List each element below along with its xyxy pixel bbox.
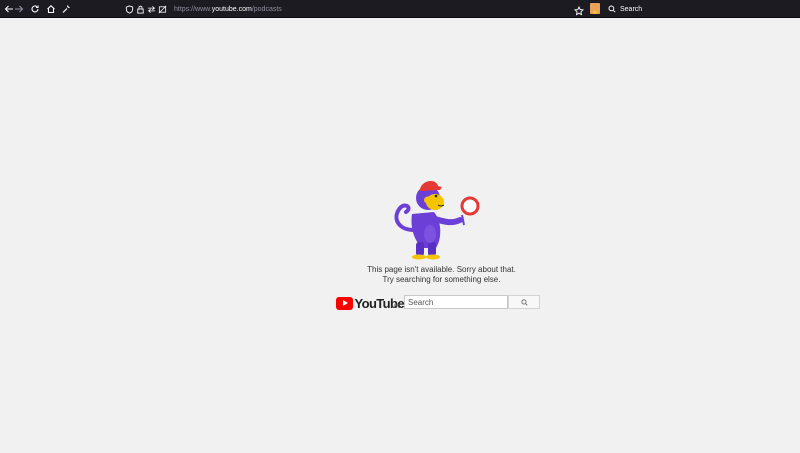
shield-icon[interactable] [124, 4, 134, 14]
browser-search-box[interactable]: Search [604, 2, 800, 16]
url-path: /podcasts [251, 5, 282, 13]
reload-icon[interactable] [27, 1, 43, 17]
monkey-illustration [394, 180, 480, 260]
home-icon[interactable] [43, 1, 59, 17]
star-icon[interactable] [573, 3, 585, 16]
browser-search-placeholder: Search [620, 5, 643, 13]
browser-toolbar: https://www.youtube.com/podcasts Search [0, 0, 800, 18]
permissions-icon[interactable] [146, 4, 156, 14]
url-bar[interactable]: https://www.youtube.com/podcasts [124, 2, 588, 16]
extension-icon[interactable] [590, 3, 600, 14]
error-line-1: This page isn't available. Sorry about t… [367, 265, 516, 274]
forward-arrow-icon[interactable] [11, 1, 27, 17]
youtube-region-label: BG [394, 304, 402, 310]
url-scheme: https://www. [174, 5, 212, 13]
url-host: youtube.com [211, 5, 252, 13]
youtube-search-input[interactable] [404, 295, 508, 309]
url-text[interactable]: https://www.youtube.com/podcasts [174, 6, 282, 13]
lock-icon[interactable] [135, 4, 145, 14]
error-line-2: Try searching for something else. [382, 275, 501, 284]
search-icon [608, 5, 616, 13]
search-icon [520, 298, 528, 306]
youtube-search-button[interactable] [508, 295, 540, 309]
youtube-logo[interactable]: YouTube BG [336, 294, 405, 312]
error-message: This page isn't available. Sorry about t… [320, 265, 563, 285]
youtube-play-icon [336, 296, 353, 310]
tracking-icon[interactable] [157, 4, 167, 14]
wrench-icon[interactable] [58, 1, 74, 17]
